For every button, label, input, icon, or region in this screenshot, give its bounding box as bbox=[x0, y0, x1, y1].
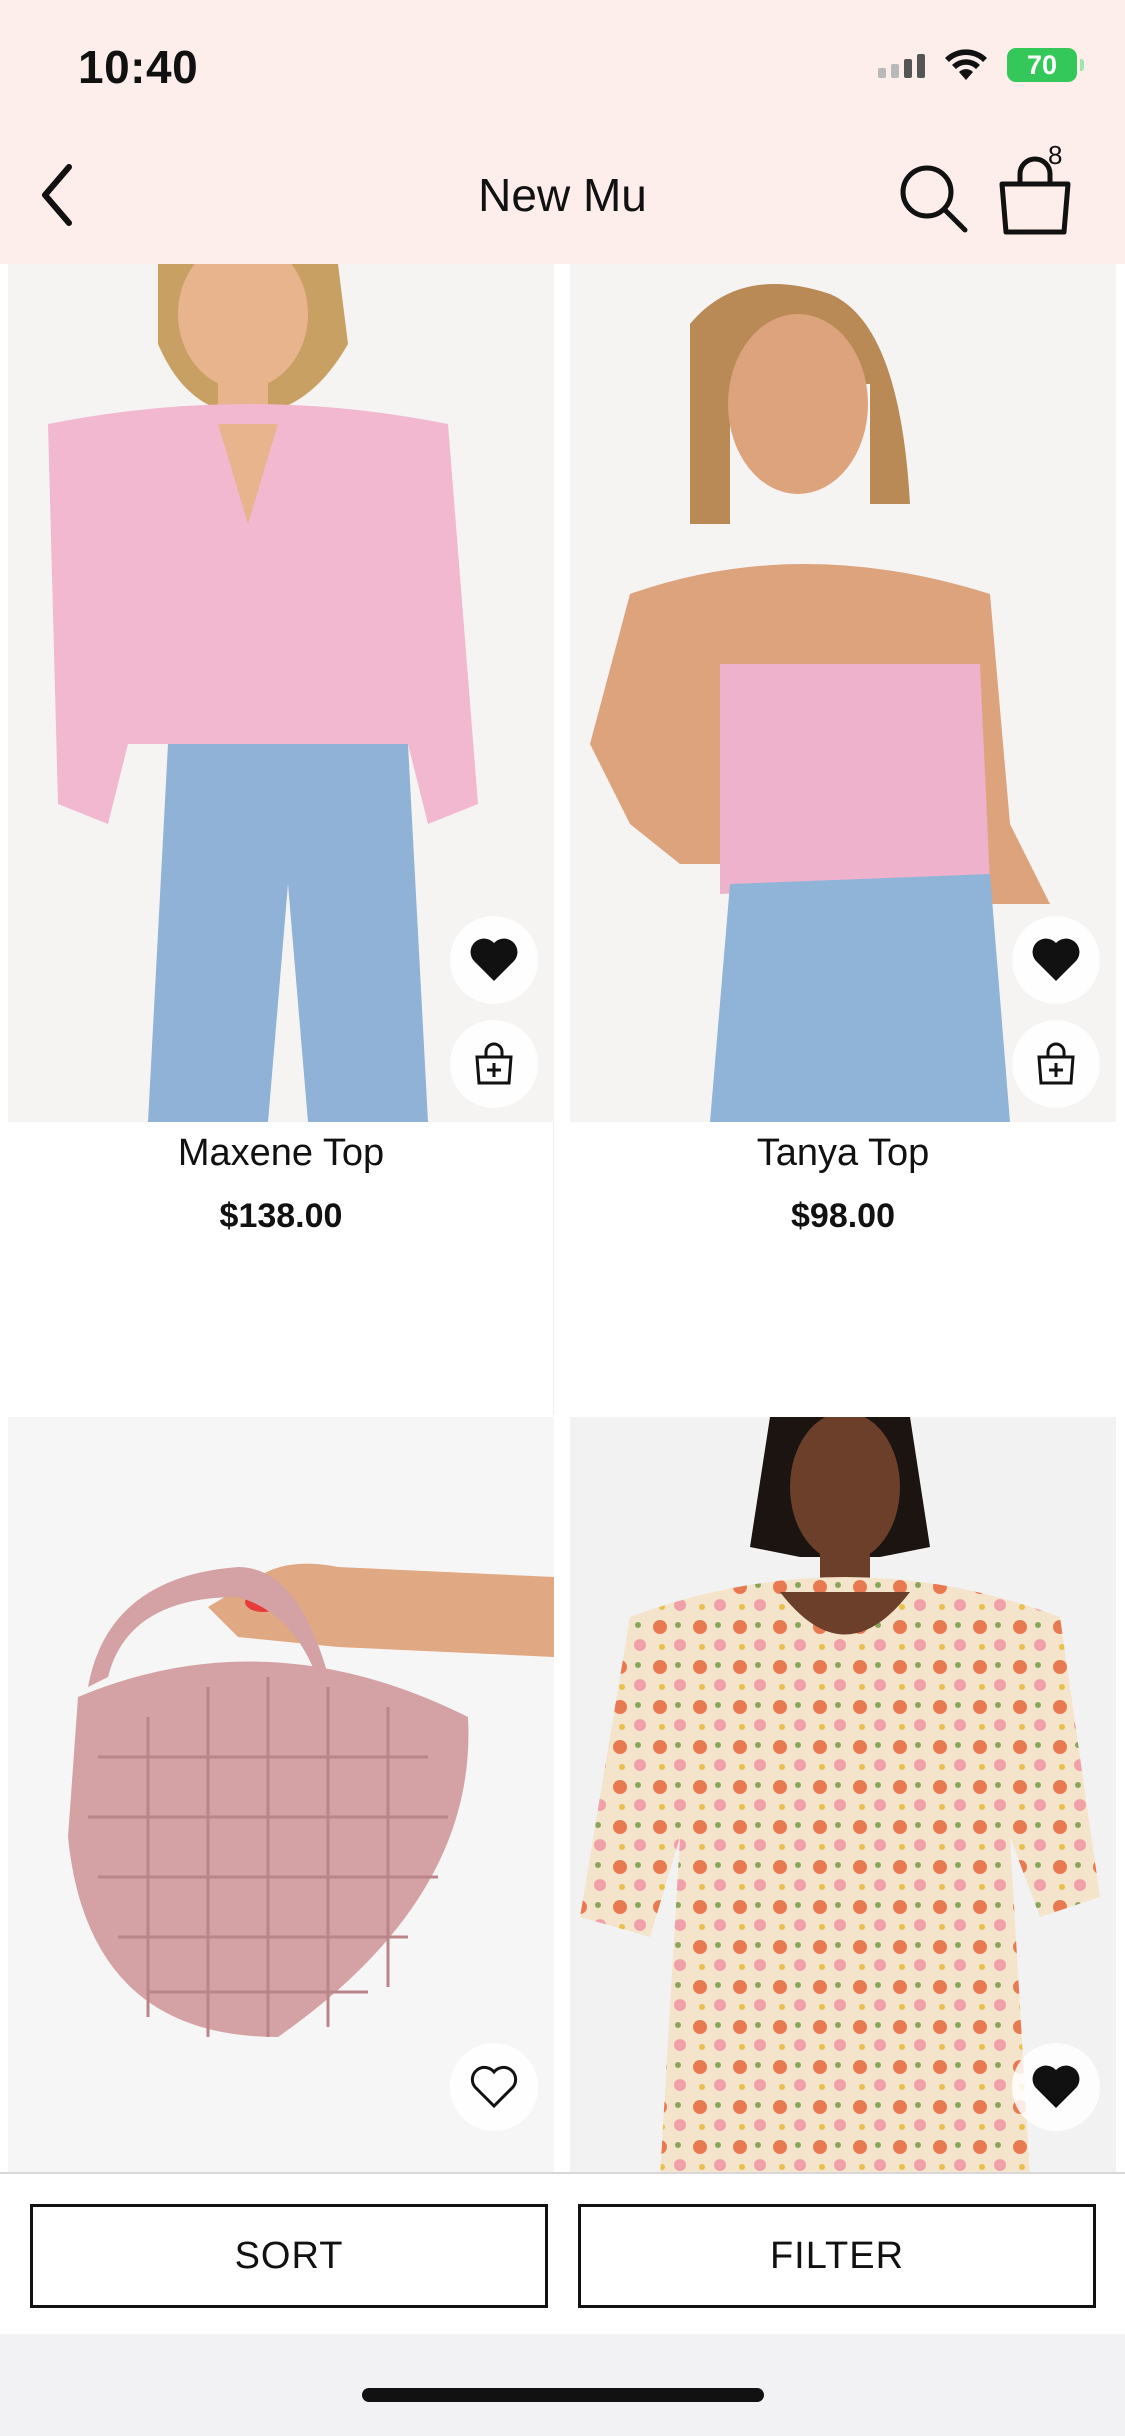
home-indicator[interactable] bbox=[362, 2388, 764, 2402]
cellular-signal-icon bbox=[878, 52, 925, 78]
heart-filled-icon bbox=[1032, 938, 1080, 981]
add-to-bag-button[interactable] bbox=[1012, 1020, 1100, 1108]
search-icon bbox=[900, 165, 968, 233]
product-card[interactable] bbox=[8, 1417, 554, 2177]
home-indicator-area bbox=[0, 2334, 1125, 2436]
favorite-button[interactable] bbox=[450, 2043, 538, 2131]
add-to-bag-button[interactable] bbox=[450, 1020, 538, 1108]
filter-button[interactable]: FILTER bbox=[578, 2204, 1096, 2308]
cart-button[interactable] bbox=[990, 150, 1080, 240]
favorite-button[interactable] bbox=[1012, 916, 1100, 1004]
bag-plus-icon bbox=[475, 1042, 513, 1085]
favorite-button[interactable] bbox=[450, 916, 538, 1004]
product-name[interactable]: Maxene Top bbox=[8, 1132, 554, 1175]
wifi-icon bbox=[945, 49, 987, 80]
product-name[interactable]: Tanya Top bbox=[570, 1132, 1116, 1175]
shopping-bag-icon bbox=[999, 156, 1071, 235]
sort-filter-bar: SORT FILTER bbox=[0, 2172, 1125, 2334]
heart-outline-icon bbox=[470, 2065, 518, 2109]
heart-filled-icon bbox=[470, 938, 518, 981]
product-price: $98.00 bbox=[791, 1197, 895, 1235]
status-icons: 70 bbox=[878, 48, 1084, 82]
battery-icon: 70 bbox=[1007, 48, 1084, 82]
top-bar: 10:40 70 New Mu 8 bbox=[0, 0, 1125, 264]
bag-plus-icon bbox=[1037, 1042, 1075, 1085]
product-card[interactable]: Maxene Top $138.00 bbox=[8, 264, 554, 1414]
cart-count-badge: 8 bbox=[1048, 140, 1063, 170]
product-card[interactable] bbox=[570, 1417, 1116, 2177]
search-button[interactable] bbox=[895, 158, 975, 238]
heart-filled-icon bbox=[1032, 2065, 1080, 2108]
sort-button[interactable]: SORT bbox=[30, 2204, 548, 2308]
product-price: $138.00 bbox=[219, 1197, 343, 1235]
product-card[interactable]: Tanya Top $98.00 bbox=[570, 264, 1116, 1414]
status-time: 10:40 bbox=[78, 41, 199, 93]
battery-level: 70 bbox=[1026, 49, 1058, 80]
favorite-button[interactable] bbox=[1012, 2043, 1100, 2131]
